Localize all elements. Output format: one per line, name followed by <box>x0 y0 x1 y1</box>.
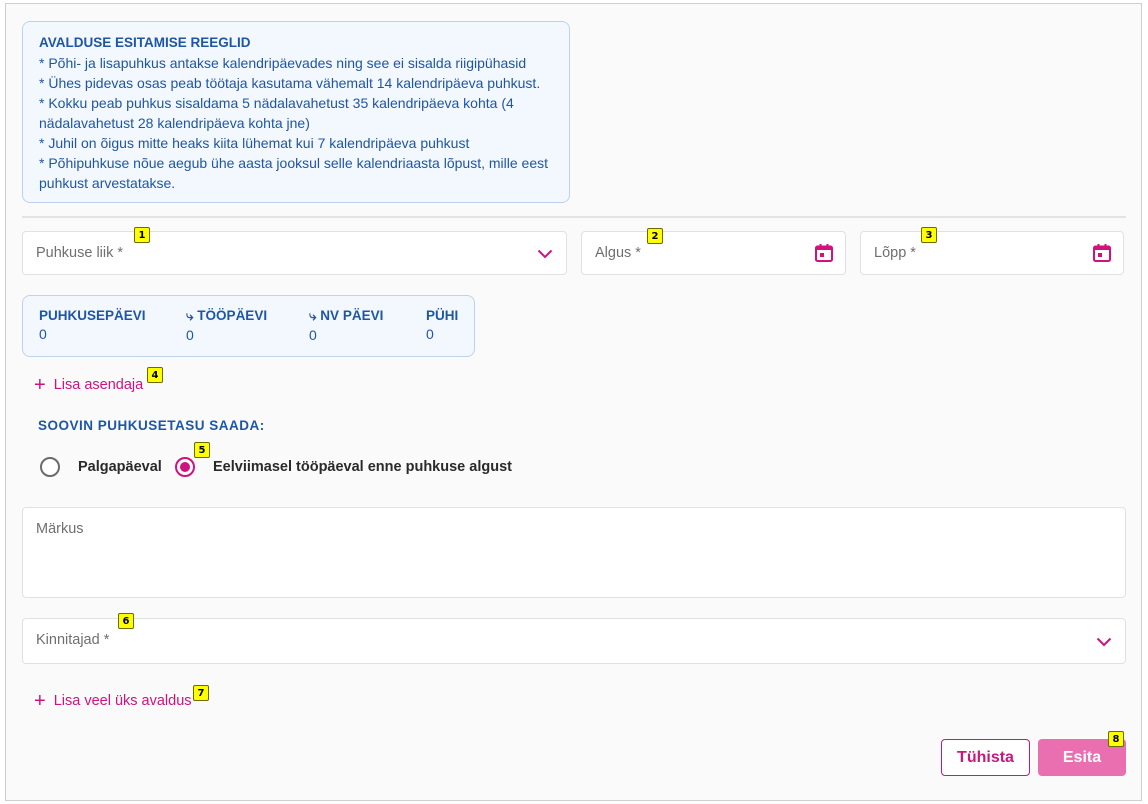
stat-work-days: ⤷ TÖÖPÄEVI 0 <box>186 308 267 343</box>
add-another-label: Lisa veel üks avaldus <box>53 693 192 709</box>
stat-label: PÜHI <box>426 308 459 323</box>
badge-4: 4 <box>147 367 163 383</box>
start-date-label: Algus * <box>595 245 641 261</box>
rules-line: * Põhi- ja lisapuhkus antakse kalendripä… <box>39 55 527 71</box>
rules-info-box: AVALDUSE ESITAMISE REEGLID * Põhi- ja li… <box>22 21 570 203</box>
stat-label: PUHKUSEPÄEVI <box>39 308 146 323</box>
plus-icon: + <box>34 374 46 396</box>
add-substitute-label: Lisa asendaja <box>53 377 144 393</box>
leave-type-label: Puhkuse liik * <box>36 245 124 261</box>
badge-8: 8 <box>1108 731 1124 747</box>
approvers-label: Kinnitajad * <box>36 632 110 648</box>
badge-6: 6 <box>118 613 134 629</box>
stat-value: 0 <box>426 326 434 342</box>
start-date-input[interactable]: Algus * <box>581 231 846 275</box>
stat-value: 0 <box>39 326 47 342</box>
add-substitute-link[interactable]: + Lisa asendaja <box>34 374 144 396</box>
radio-payday[interactable] <box>40 457 60 477</box>
rules-line: * Ühes pidevas osas peab töötaja kasutam… <box>39 75 541 91</box>
stat-label: ⤷ NV PÄEVI <box>309 308 384 323</box>
radio-payday-label: Palgapäeval <box>78 459 162 475</box>
rules-line: puhkust arvestatakse. <box>39 175 176 191</box>
chevron-down-icon <box>535 244 555 264</box>
rules-line: nädalavahetust 28 kalendripäeva kohta jn… <box>39 115 310 131</box>
chevron-down-icon <box>1094 632 1114 652</box>
end-date-input[interactable]: Lõpp * <box>860 231 1124 275</box>
stat-leave-days: PUHKUSEPÄEVI 0 <box>39 308 146 342</box>
rules-line: * Põhipuhkuse nõue aegub ühe aasta jooks… <box>39 155 549 171</box>
stat-value: 0 <box>309 327 317 343</box>
badge-1: 1 <box>134 227 150 243</box>
leave-type-select[interactable]: Puhkuse liik * <box>22 231 567 275</box>
stat-label: ⤷ TÖÖPÄEVI <box>186 308 268 323</box>
stat-value: 0 <box>186 327 194 343</box>
remarks-label: Märkus <box>36 521 84 537</box>
leave-stats-box: PUHKUSEPÄEVI 0 ⤷ TÖÖPÄEVI 0 ⤷ NV PÄEVI 0… <box>22 295 475 357</box>
stat-weekend-days: ⤷ NV PÄEVI 0 <box>309 308 383 343</box>
badge-5: 5 <box>194 442 210 458</box>
badge-2: 2 <box>647 228 663 244</box>
calendar-icon[interactable] <box>1091 242 1113 264</box>
approvers-select[interactable]: Kinnitajad * <box>22 618 1126 664</box>
end-date-label: Lõpp * <box>874 245 916 261</box>
section-divider <box>22 216 1126 218</box>
rules-line: * Juhil on õigus mitte heaks kiita lühem… <box>39 135 470 151</box>
add-another-application-link[interactable]: + Lisa veel üks avaldus <box>34 690 192 712</box>
badge-3: 3 <box>921 227 937 243</box>
badge-7: 7 <box>193 685 209 701</box>
pay-section-title: SOOVIN PUHKUSETASU SAADA: <box>38 418 265 433</box>
rules-line: * Kokku peab puhkus sisaldama 5 nädalava… <box>39 95 514 111</box>
stat-holidays: PÜHI 0 <box>426 308 458 342</box>
radio-before-leave[interactable] <box>175 457 195 477</box>
radio-dot <box>180 462 190 472</box>
cancel-button[interactable]: Tühista <box>941 739 1030 776</box>
plus-icon: + <box>34 690 46 712</box>
calendar-icon[interactable] <box>813 242 835 264</box>
remarks-textarea[interactable]: Märkus <box>22 507 1126 598</box>
rules-title: AVALDUSE ESITAMISE REEGLID <box>39 35 251 50</box>
radio-before-leave-label: Eelviimasel tööpäeval enne puhkuse algus… <box>213 459 512 475</box>
